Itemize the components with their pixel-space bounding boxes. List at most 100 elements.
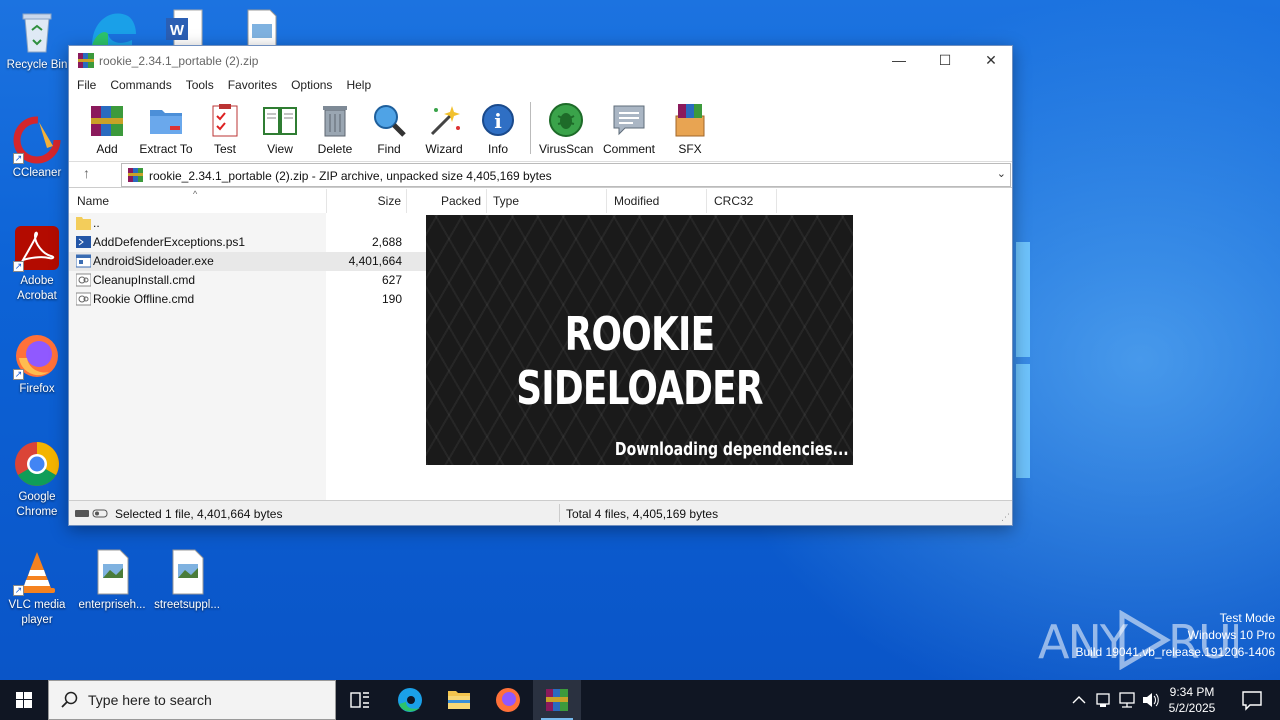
sfx-box-icon	[672, 102, 708, 138]
windows-edition-text: Windows 10 Pro	[1187, 628, 1275, 642]
status-bar: Selected 1 file, 4,401,664 bytes Total 4…	[69, 500, 1012, 525]
menu-file[interactable]: File	[77, 78, 96, 92]
file-row[interactable]: AddDefenderExceptions.ps1 2,688	[69, 233, 426, 252]
test-button[interactable]: Test	[205, 102, 245, 158]
chevron-down-icon[interactable]: ⌄	[997, 167, 1006, 180]
virusscan-bug-icon	[548, 102, 584, 138]
shortcut-arrow-icon: ↗	[13, 585, 24, 596]
desktop-icon-label: streetsuppl...	[154, 599, 220, 611]
menu-commands[interactable]: Commands	[110, 78, 171, 92]
comment-button[interactable]: Comment	[601, 102, 657, 158]
svg-text:W: W	[170, 22, 185, 39]
desktop-icon-street-file[interactable]: streetsuppl...	[151, 548, 223, 613]
column-header-modified[interactable]: Modified	[607, 189, 707, 213]
find-button[interactable]: Find	[368, 102, 410, 158]
file-size: 4,401,664	[348, 254, 402, 268]
column-crc32-label: CRC32	[714, 194, 754, 208]
add-button[interactable]: Add	[87, 102, 127, 158]
wallpaper-logo	[1016, 240, 1032, 480]
winrar-icon	[546, 689, 568, 711]
resize-grip-icon[interactable]: ⋰	[1001, 512, 1010, 523]
file-name: Rookie Offline.cmd	[93, 292, 195, 306]
menu-options[interactable]: Options	[291, 78, 332, 92]
desktop-icon-recycle-bin[interactable]: Recycle Bin	[1, 8, 73, 73]
column-name-label: Name	[77, 194, 110, 208]
file-name: AddDefenderExceptions.ps1	[93, 235, 246, 249]
file-row[interactable]: Rookie Offline.cmd 190	[69, 290, 426, 309]
up-arrow-icon[interactable]: ↑	[83, 165, 90, 181]
network-icon	[1119, 692, 1135, 708]
desktop-icon-firefox[interactable]: ↗ Firefox	[1, 332, 73, 397]
view-button[interactable]: View	[258, 102, 302, 158]
wizard-label: Wizard	[425, 142, 463, 156]
start-button[interactable]	[0, 680, 48, 720]
show-hidden-icons-button[interactable]	[1068, 680, 1090, 720]
drive-key-icon[interactable]	[75, 508, 109, 518]
splash-status: Downloading dependencies...	[615, 439, 849, 460]
taskbar-edge[interactable]	[386, 680, 434, 720]
close-button[interactable]: ✕	[968, 46, 1014, 74]
minimize-button[interactable]: —	[876, 46, 922, 74]
column-header-packed[interactable]: Packed	[407, 189, 487, 213]
maximize-button[interactable]: ☐	[922, 46, 968, 74]
file-row-selected[interactable]: AndroidSideloader.exe 4,401,664	[69, 252, 426, 271]
virusscan-button[interactable]: VirusScan	[539, 102, 593, 158]
view-label: View	[267, 142, 293, 156]
chevron-up-icon	[1072, 696, 1086, 704]
info-button[interactable]: i Info	[480, 102, 516, 158]
task-view-button[interactable]	[336, 680, 384, 720]
file-size: 190	[381, 292, 402, 306]
toolbar-separator	[530, 102, 531, 154]
column-size-label: Size	[377, 194, 401, 208]
tray-network[interactable]	[1116, 680, 1138, 720]
build-text: Build 19041.vb_release.191206-1406	[1075, 645, 1276, 659]
taskbar-search-box[interactable]: Type here to search	[48, 680, 336, 720]
taskbar-firefox[interactable]	[484, 680, 532, 720]
sfx-button[interactable]: SFX	[669, 102, 711, 158]
edge-desktop-icon[interactable]	[88, 6, 136, 46]
clock-time: 9:34 PM	[1169, 685, 1215, 699]
delete-label: Delete	[317, 142, 353, 156]
status-divider	[559, 504, 560, 522]
file-row[interactable]: CleanupInstall.cmd 627	[69, 271, 426, 290]
firefox-icon: ↗	[13, 332, 61, 380]
virusscan-label: VirusScan	[539, 142, 594, 156]
column-type-label: Type	[493, 194, 520, 208]
menu-favorites[interactable]: Favorites	[228, 78, 277, 92]
taskbar-file-explorer[interactable]	[435, 680, 483, 720]
tray-volume[interactable]	[1140, 680, 1162, 720]
delete-button[interactable]: Delete	[313, 102, 357, 158]
archive-path-combo[interactable]: rookie_2.34.1_portable (2).zip - ZIP arc…	[121, 163, 1011, 187]
search-icon	[61, 691, 79, 709]
extract-to-button[interactable]: Extract To	[137, 102, 195, 158]
windows-watermark: Test Mode Windows 10 Pro Build 19041.vb_…	[1076, 610, 1276, 661]
word-desktop-icon[interactable]: W	[164, 8, 204, 47]
column-header-size[interactable]: Size	[327, 189, 407, 213]
column-header-name[interactable]: Name ^	[69, 189, 327, 213]
image-file-icon	[163, 548, 211, 596]
firefox-icon	[496, 688, 520, 712]
tray-device[interactable]	[1092, 680, 1114, 720]
wizard-button[interactable]: Wizard	[421, 102, 467, 158]
clock-date: 5/2/2025	[1168, 701, 1216, 715]
folder-icon	[76, 216, 91, 230]
taskbar-clock[interactable]: 9:34 PM 5/2/2025	[1160, 684, 1224, 716]
desktop-icon-adobe-acrobat[interactable]: ↗ Adobe Acrobat	[1, 224, 73, 304]
image-file-icon[interactable]	[244, 8, 280, 47]
menu-tools[interactable]: Tools	[186, 78, 214, 92]
column-header-crc32[interactable]: CRC32	[707, 189, 777, 213]
desktop-icon-google-chrome[interactable]: Google Chrome	[1, 440, 73, 520]
desktop-icon-ccleaner[interactable]: ↗ CCleaner	[1, 116, 73, 181]
desktop-icon-enterprise-file[interactable]: enterpriseh...	[76, 548, 148, 613]
column-header-type[interactable]: Type	[487, 189, 607, 213]
desktop-icon-vlc[interactable]: ↗ VLC media player	[1, 548, 73, 628]
notification-icon	[1242, 691, 1262, 711]
notifications-button[interactable]	[1232, 680, 1272, 720]
info-label: Info	[487, 142, 508, 156]
file-row-parent[interactable]: ..	[69, 214, 426, 233]
ccleaner-icon: ↗	[13, 116, 61, 164]
menu-help[interactable]: Help	[346, 78, 371, 92]
taskbar-winrar[interactable]	[533, 680, 581, 720]
title-bar[interactable]: rookie_2.34.1_portable (2).zip — ☐ ✕	[69, 46, 1012, 74]
test-label: Test	[213, 142, 236, 156]
